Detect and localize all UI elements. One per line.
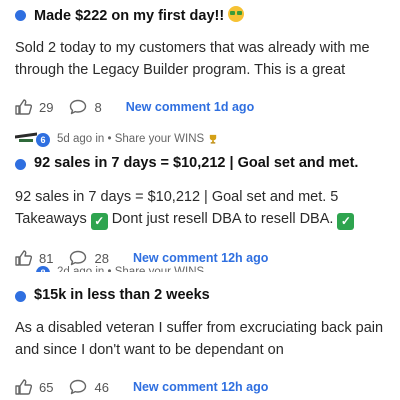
post-meta-text: 2d ago in • Share your WINS: [57, 266, 205, 278]
comment-bubble-icon: [70, 379, 87, 395]
thumbs-up-icon: [15, 99, 32, 115]
comment-count: 8: [94, 99, 102, 115]
comment-bubble-icon: [70, 250, 87, 266]
money-face-icon: [228, 6, 245, 22]
new-comment-link[interactable]: New comment 12h ago: [133, 251, 268, 265]
unread-dot: [15, 291, 26, 302]
thumbs-up-icon: [15, 250, 32, 266]
post-title[interactable]: 92 sales in 7 days = $10,212 | Goal set …: [34, 155, 358, 171]
unread-dot: [15, 159, 26, 170]
level-badge: 8: [36, 265, 50, 272]
post-title[interactable]: $15k in less than 2 weeks: [34, 287, 210, 303]
comment-button[interactable]: 46: [69, 379, 109, 395]
avatar: 6: [15, 131, 50, 147]
level-badge: 6: [36, 132, 50, 147]
check-mark-icon: ✓: [337, 213, 355, 230]
post-meta-text: 5d ago in • Share your WINS: [57, 133, 205, 145]
like-button[interactable]: 65: [15, 379, 53, 395]
post-meta: 6 5d ago in • Share your WINS: [15, 131, 218, 147]
post-stats: 65 46 New comment 12h ago: [15, 377, 268, 397]
comment-button[interactable]: 28: [69, 250, 109, 266]
post-stats: 29 8 New comment 1d ago: [15, 97, 254, 117]
trophy-icon: [210, 134, 217, 144]
post-title[interactable]: Made $222 on my first day!!: [34, 6, 245, 24]
like-button[interactable]: 29: [15, 99, 53, 115]
post-body: Sold 2 today to my customers that was al…: [15, 40, 370, 78]
avatar: 8: [15, 265, 50, 272]
comment-bubble-icon: [70, 99, 87, 115]
comment-button[interactable]: 8: [69, 99, 102, 115]
like-count: 81: [39, 250, 54, 266]
thumbs-up-icon: [15, 379, 32, 395]
like-count: 65: [39, 379, 54, 395]
check-mark-icon: ✓: [90, 213, 108, 230]
comment-count: 28: [94, 250, 109, 266]
post-body: 92 sales in 7 days = $10,212 | Goal set …: [15, 186, 395, 230]
new-comment-link[interactable]: New comment 1d ago: [126, 100, 255, 114]
comment-count: 46: [94, 379, 109, 395]
post-meta: 8 2d ago in • Share your WINS: [15, 264, 205, 278]
unread-dot: [15, 10, 26, 21]
new-comment-link[interactable]: New comment 12h ago: [133, 380, 268, 394]
like-button[interactable]: 81: [15, 250, 53, 266]
like-count: 29: [39, 99, 54, 115]
post-body: As a disabled veteran I suffer from excr…: [15, 320, 384, 358]
